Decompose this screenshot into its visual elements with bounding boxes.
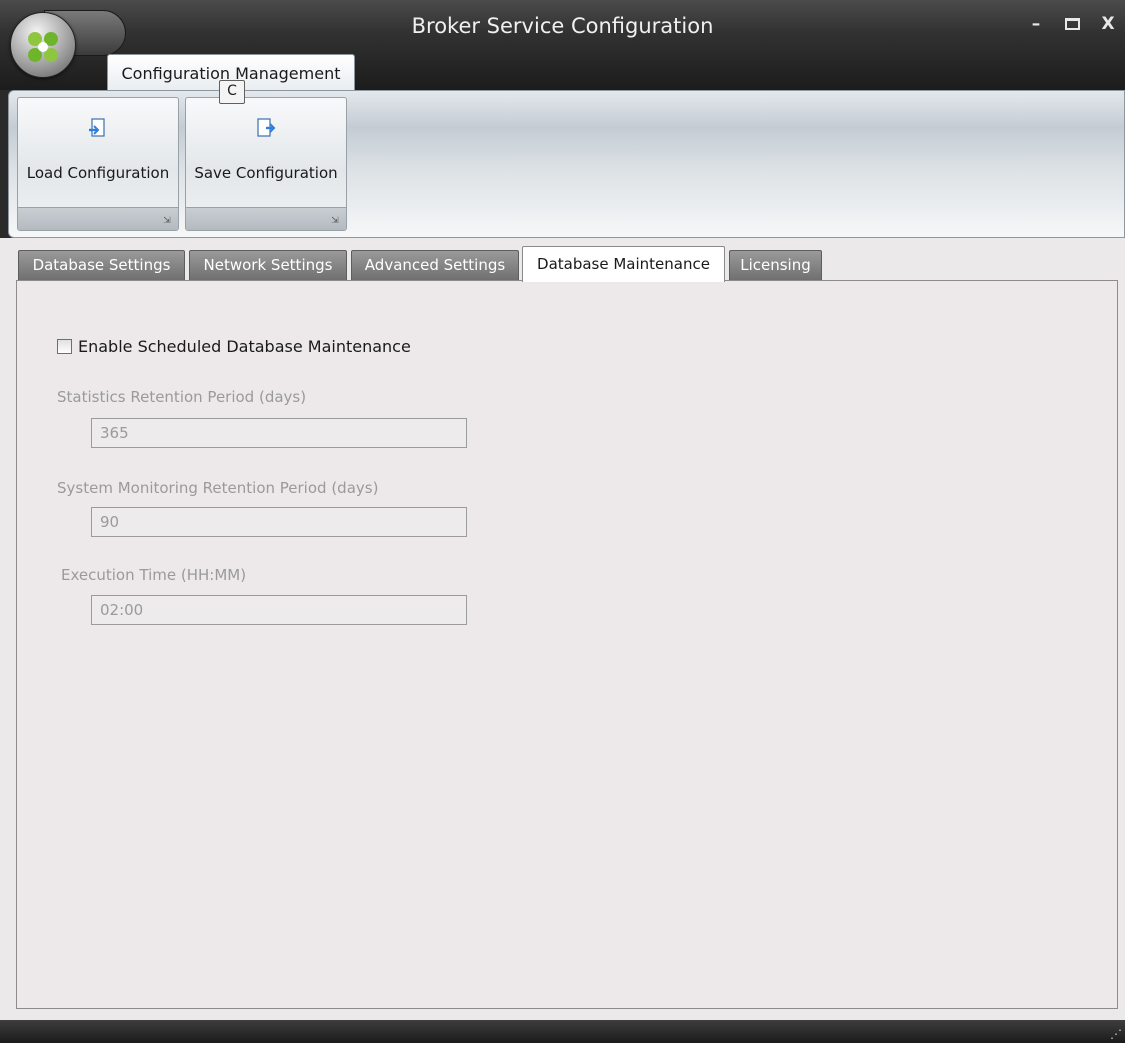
maximize-icon: [1064, 18, 1080, 30]
close-button[interactable]: X: [1096, 14, 1120, 34]
load-configuration-label: Load Configuration: [26, 164, 170, 182]
monitoring-retention-label: System Monitoring Retention Period (days…: [57, 479, 379, 497]
tab-network-settings[interactable]: Network Settings: [189, 250, 347, 280]
execution-time-label: Execution Time (HH:MM): [61, 566, 247, 584]
dialog-launcher-icon[interactable]: ⇲: [162, 216, 172, 226]
statistics-retention-input[interactable]: [91, 418, 467, 448]
statistics-retention-label: Statistics Retention Period (days): [57, 388, 307, 406]
enable-maintenance-label: Enable Scheduled Database Maintenance: [78, 337, 411, 356]
tab-advanced-settings[interactable]: Advanced Settings: [351, 250, 519, 280]
ribbon-panel: Load Configuration ⇲ Save Configuration …: [8, 90, 1125, 238]
status-bar: ⋰: [0, 1020, 1125, 1043]
minimize-button[interactable]: –: [1024, 14, 1048, 34]
window-title: Broker Service Configuration: [411, 14, 714, 38]
save-document-icon: [186, 118, 346, 146]
load-document-icon: [18, 118, 178, 146]
execution-time-input[interactable]: [91, 595, 467, 625]
tab-database-settings[interactable]: Database Settings: [18, 250, 185, 280]
keytip-badge: C: [219, 80, 245, 104]
enable-maintenance-row[interactable]: Enable Scheduled Database Maintenance: [57, 337, 411, 356]
tab-licensing[interactable]: Licensing: [729, 250, 822, 280]
tab-database-maintenance[interactable]: Database Maintenance: [522, 246, 725, 282]
group-footer: ⇲: [186, 207, 346, 230]
save-configuration-label: Save Configuration: [194, 164, 338, 182]
database-maintenance-panel: Enable Scheduled Database Maintenance St…: [16, 280, 1118, 1009]
monitoring-retention-input[interactable]: [91, 507, 467, 537]
enable-maintenance-checkbox[interactable]: [57, 339, 72, 354]
resize-grip-icon[interactable]: ⋰: [1110, 1027, 1122, 1041]
group-footer: ⇲: [18, 207, 178, 230]
dialog-launcher-icon[interactable]: ⇲: [330, 216, 340, 226]
save-configuration-button[interactable]: Save Configuration ⇲: [185, 97, 347, 231]
load-configuration-button[interactable]: Load Configuration ⇲: [17, 97, 179, 231]
maximize-button[interactable]: [1060, 14, 1084, 35]
